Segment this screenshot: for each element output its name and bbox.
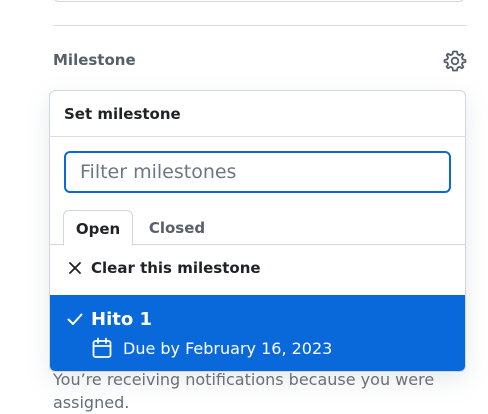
calendar-icon xyxy=(92,337,112,358)
milestone-item[interactable]: Hito 1 Due by February 16, 2023 xyxy=(50,295,465,371)
milestone-dropdown: Set milestone Open Closed Clear this mil… xyxy=(49,90,466,372)
dropdown-title: Set milestone xyxy=(50,91,465,137)
tab-closed[interactable]: Closed xyxy=(138,210,216,245)
milestone-tabs: Open Closed xyxy=(50,210,465,246)
milestone-due-date: Due by February 16, 2023 xyxy=(123,339,333,358)
section-divider xyxy=(53,25,467,26)
check-icon xyxy=(67,313,83,325)
filter-milestones-input[interactable] xyxy=(64,151,451,193)
filter-wrapper xyxy=(50,137,465,193)
milestone-heading: Milestone xyxy=(53,51,136,69)
milestone-title: Hito 1 xyxy=(91,309,152,330)
x-icon xyxy=(69,262,81,274)
tab-open[interactable]: Open xyxy=(63,210,133,246)
clear-milestone-label: Clear this milestone xyxy=(91,259,261,277)
previous-section-box xyxy=(53,0,465,2)
gear-icon[interactable] xyxy=(443,49,467,73)
notification-reason-text: You’re receiving notifications because y… xyxy=(53,370,435,412)
clear-milestone-button[interactable]: Clear this milestone xyxy=(50,245,465,295)
